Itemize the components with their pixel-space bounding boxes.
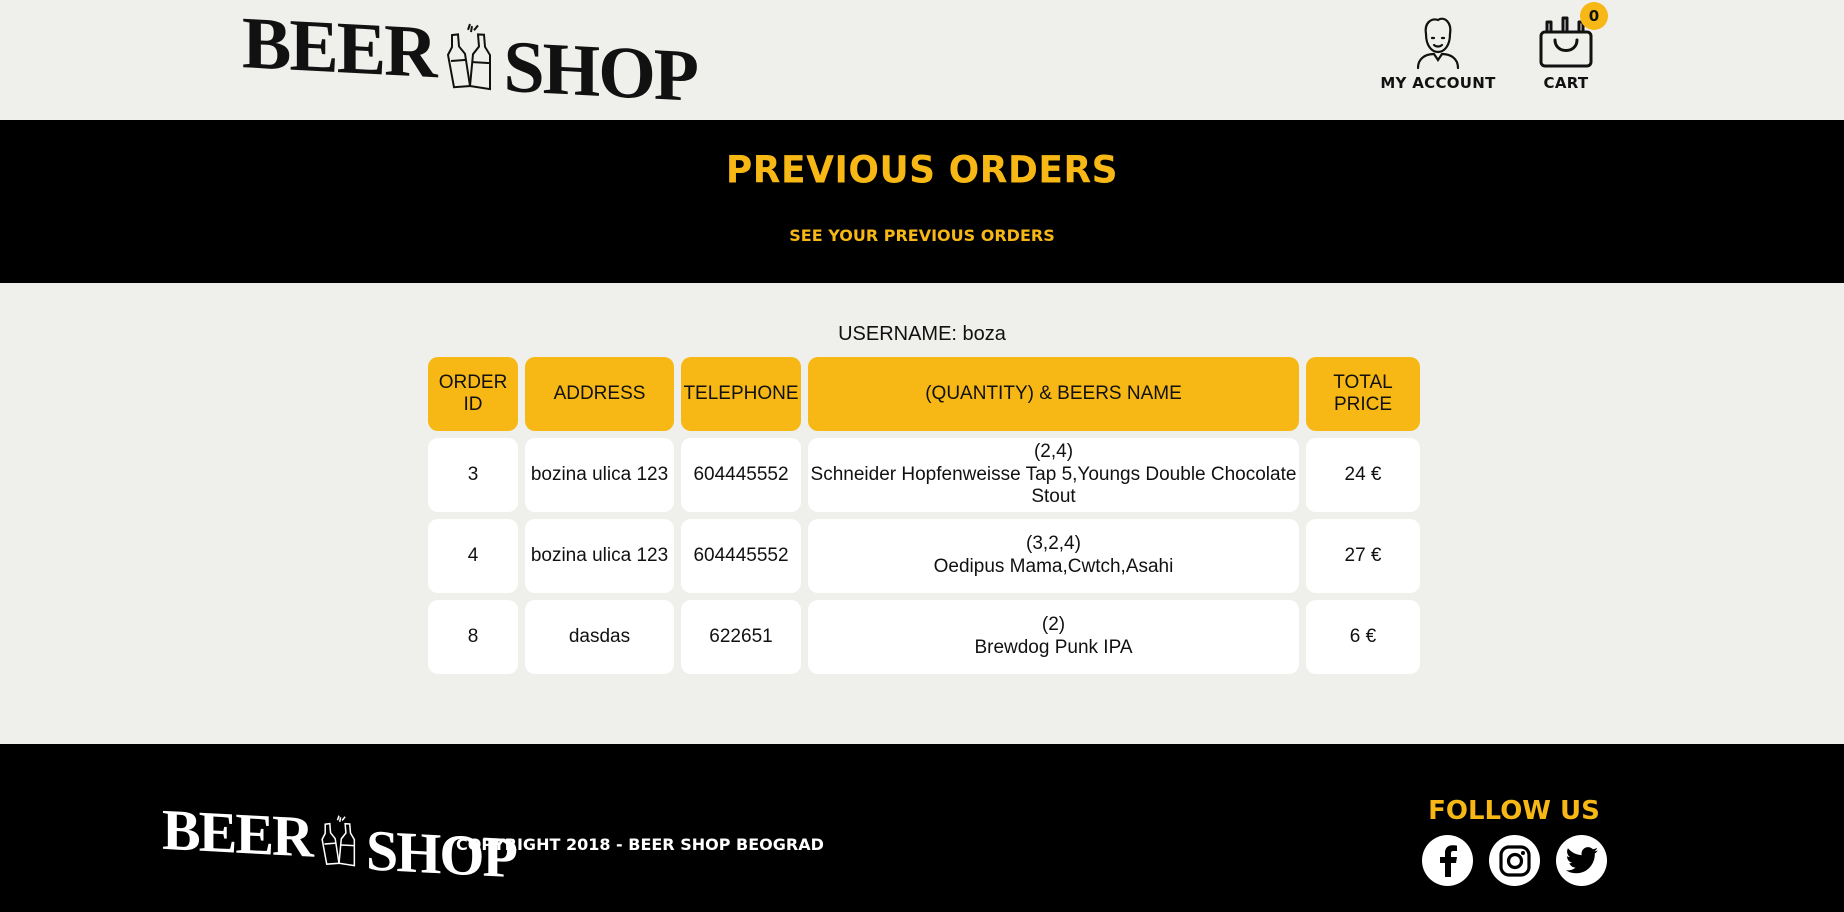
facebook-icon: [1439, 844, 1457, 877]
cell-order-id: 3: [428, 438, 518, 512]
cart-link[interactable]: CART 0: [1534, 2, 1608, 92]
cell-beer-names: Schneider Hopfenweisse Tap 5,Youngs Doub…: [810, 463, 1297, 508]
header-beers: (QUANTITY) & BEERS NAME: [808, 357, 1299, 431]
instagram-link[interactable]: [1489, 835, 1540, 886]
header-total-price: TOTAL PRICE: [1306, 357, 1420, 431]
bottles-icon: [446, 23, 491, 91]
page-banner: PREVIOUS ORDERS SEE YOUR PREVIOUS ORDERS: [0, 120, 1844, 283]
bottles-icon: [321, 815, 356, 867]
cell-quantity: (2,4): [1033, 440, 1074, 462]
cell-address: bozina ulica 123: [525, 438, 674, 512]
page-title: PREVIOUS ORDERS: [725, 148, 1119, 193]
header-telephone: TELEPHONE: [681, 357, 801, 431]
my-account-label: MY ACCOUNT: [1380, 74, 1496, 92]
facebook-link[interactable]: [1422, 835, 1473, 886]
table-header-row: ORDER ID ADDRESS TELEPHONE (QUANTITY) & …: [428, 357, 1420, 431]
instagram-icon: [1498, 844, 1531, 877]
cell-beers: (2,4) Schneider Hopfenweisse Tap 5,Young…: [808, 438, 1299, 512]
site-footer: BEER SHOP COPYRIGHT 2018 - BEER SHOP BEO…: [0, 744, 1844, 912]
cell-address: dasdas: [525, 600, 674, 674]
logo-word-shop: SHOP: [503, 25, 697, 118]
table-row: 8 dasdas 622651 (2) Brewdog Punk IPA 6 €: [428, 600, 1420, 674]
cell-order-id: 8: [428, 600, 518, 674]
header-address: ADDRESS: [525, 357, 674, 431]
follow-us-heading: FOLLOW US: [1428, 796, 1600, 826]
cell-total-price: 6 €: [1306, 600, 1420, 674]
cell-beers: (3,2,4) Oedipus Mama,Cwtch,Asahi: [808, 519, 1299, 593]
site-logo[interactable]: BEER SHOP: [242, 2, 697, 118]
cell-total-price: 27 €: [1306, 519, 1420, 593]
cell-telephone: 604445552: [681, 519, 801, 593]
cell-beer-names: Oedipus Mama,Cwtch,Asahi: [933, 556, 1174, 577]
my-account-link[interactable]: MY ACCOUNT: [1378, 14, 1498, 92]
cell-quantity: (3,2,4): [1026, 533, 1081, 555]
cell-total-price: 24 €: [1306, 438, 1420, 512]
copyright-text: COPYRIGHT 2018 - BEER SHOP BEOGRAD: [456, 835, 824, 854]
logo-word-beer: BEER: [242, 2, 436, 95]
cart-label: CART: [1543, 74, 1589, 92]
cart-count-badge: 0: [1580, 2, 1608, 30]
cell-beers: (2) Brewdog Punk IPA: [808, 600, 1299, 674]
logo-word-beer: BEER: [162, 796, 312, 870]
twitter-icon: [1565, 846, 1598, 873]
table-row: 3 bozina ulica 123 604445552 (2,4) Schne…: [428, 438, 1420, 512]
cell-telephone: 604445552: [681, 438, 801, 512]
cell-address: bozina ulica 123: [525, 519, 674, 593]
logo-word-shop: SHOP: [365, 817, 516, 891]
cell-order-id: 4: [428, 519, 518, 593]
twitter-link[interactable]: [1556, 835, 1607, 886]
table-row: 4 bozina ulica 123 604445552 (3,2,4) Oed…: [428, 519, 1420, 593]
cell-quantity: (2): [1041, 614, 1066, 636]
header-order-id: ORDER ID: [428, 357, 518, 431]
cell-beer-names: Brewdog Punk IPA: [974, 637, 1133, 658]
social-links: [1422, 835, 1607, 886]
orders-table: ORDER ID ADDRESS TELEPHONE (QUANTITY) & …: [421, 350, 1427, 681]
page-subtitle: SEE YOUR PREVIOUS ORDERS: [789, 226, 1055, 245]
site-header: BEER SHOP MY ACCOUNT CART 0: [0, 0, 1844, 120]
username-label: USERNAME: boza: [838, 323, 1006, 345]
cell-telephone: 622651: [681, 600, 801, 674]
user-icon: [1416, 17, 1460, 70]
